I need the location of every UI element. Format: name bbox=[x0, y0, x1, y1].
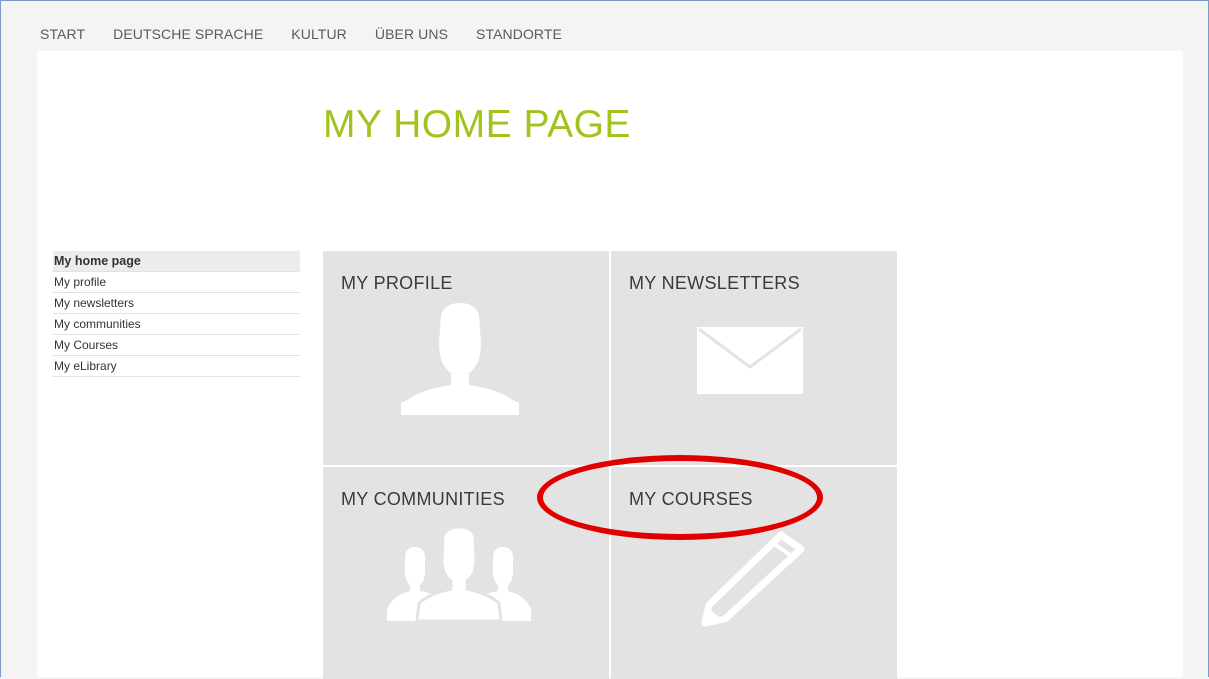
tile-my-profile[interactable]: MY PROFILE bbox=[323, 251, 609, 465]
nav-standorte[interactable]: STANDORTE bbox=[476, 26, 562, 42]
tile-my-courses[interactable]: MY COURSES bbox=[611, 467, 897, 679]
tile-my-communities[interactable]: MY COMMUNITIES bbox=[323, 467, 609, 679]
main-content: MY HOME PAGE My home page My profile My … bbox=[37, 51, 1183, 679]
nav-ueber-uns[interactable]: ÜBER UNS bbox=[375, 26, 448, 42]
tile-label: MY COMMUNITIES bbox=[341, 489, 505, 509]
tile-label: MY COURSES bbox=[629, 489, 753, 509]
sidebar-item-label[interactable]: My Courses bbox=[53, 335, 300, 355]
sidebar-item-my-profile[interactable]: My profile bbox=[53, 272, 300, 293]
sidebar-item-my-home-page[interactable]: My home page bbox=[53, 251, 300, 272]
tile-label: MY PROFILE bbox=[341, 273, 453, 293]
top-navigation: START DEUTSCHE SPRACHE KULTUR ÜBER UNS S… bbox=[40, 26, 590, 42]
sidebar-item-my-communities[interactable]: My communities bbox=[53, 314, 300, 335]
page-title: MY HOME PAGE bbox=[323, 103, 631, 146]
sidebar-item-label[interactable]: My newsletters bbox=[53, 293, 300, 313]
tile-label: MY NEWSLETTERS bbox=[629, 273, 800, 293]
sidebar-item-label[interactable]: My eLibrary bbox=[53, 356, 300, 376]
pencil-icon bbox=[701, 531, 805, 627]
group-icon bbox=[387, 527, 531, 621]
window-border-left bbox=[0, 0, 1, 677]
nav-kultur[interactable]: KULTUR bbox=[291, 26, 347, 42]
sidebar-menu: My home page My profile My newsletters M… bbox=[53, 251, 300, 377]
sidebar-item-label[interactable]: My home page bbox=[53, 251, 300, 271]
sidebar-item-label[interactable]: My profile bbox=[53, 272, 300, 292]
sidebar-item-my-courses[interactable]: My Courses bbox=[53, 335, 300, 356]
envelope-icon bbox=[697, 327, 803, 394]
nav-deutsche-sprache[interactable]: DEUTSCHE SPRACHE bbox=[113, 26, 263, 42]
window-border-top bbox=[0, 0, 1209, 1]
dashboard-tiles: MY PROFILE MY NEWSLETTERS MY COMMUNITIES bbox=[323, 251, 897, 679]
nav-start[interactable]: START bbox=[40, 26, 85, 42]
sidebar-item-my-newsletters[interactable]: My newsletters bbox=[53, 293, 300, 314]
sidebar-item-label[interactable]: My communities bbox=[53, 314, 300, 334]
sidebar-item-my-elibrary[interactable]: My eLibrary bbox=[53, 356, 300, 377]
tile-my-newsletters[interactable]: MY NEWSLETTERS bbox=[611, 251, 897, 465]
person-icon bbox=[401, 303, 519, 415]
